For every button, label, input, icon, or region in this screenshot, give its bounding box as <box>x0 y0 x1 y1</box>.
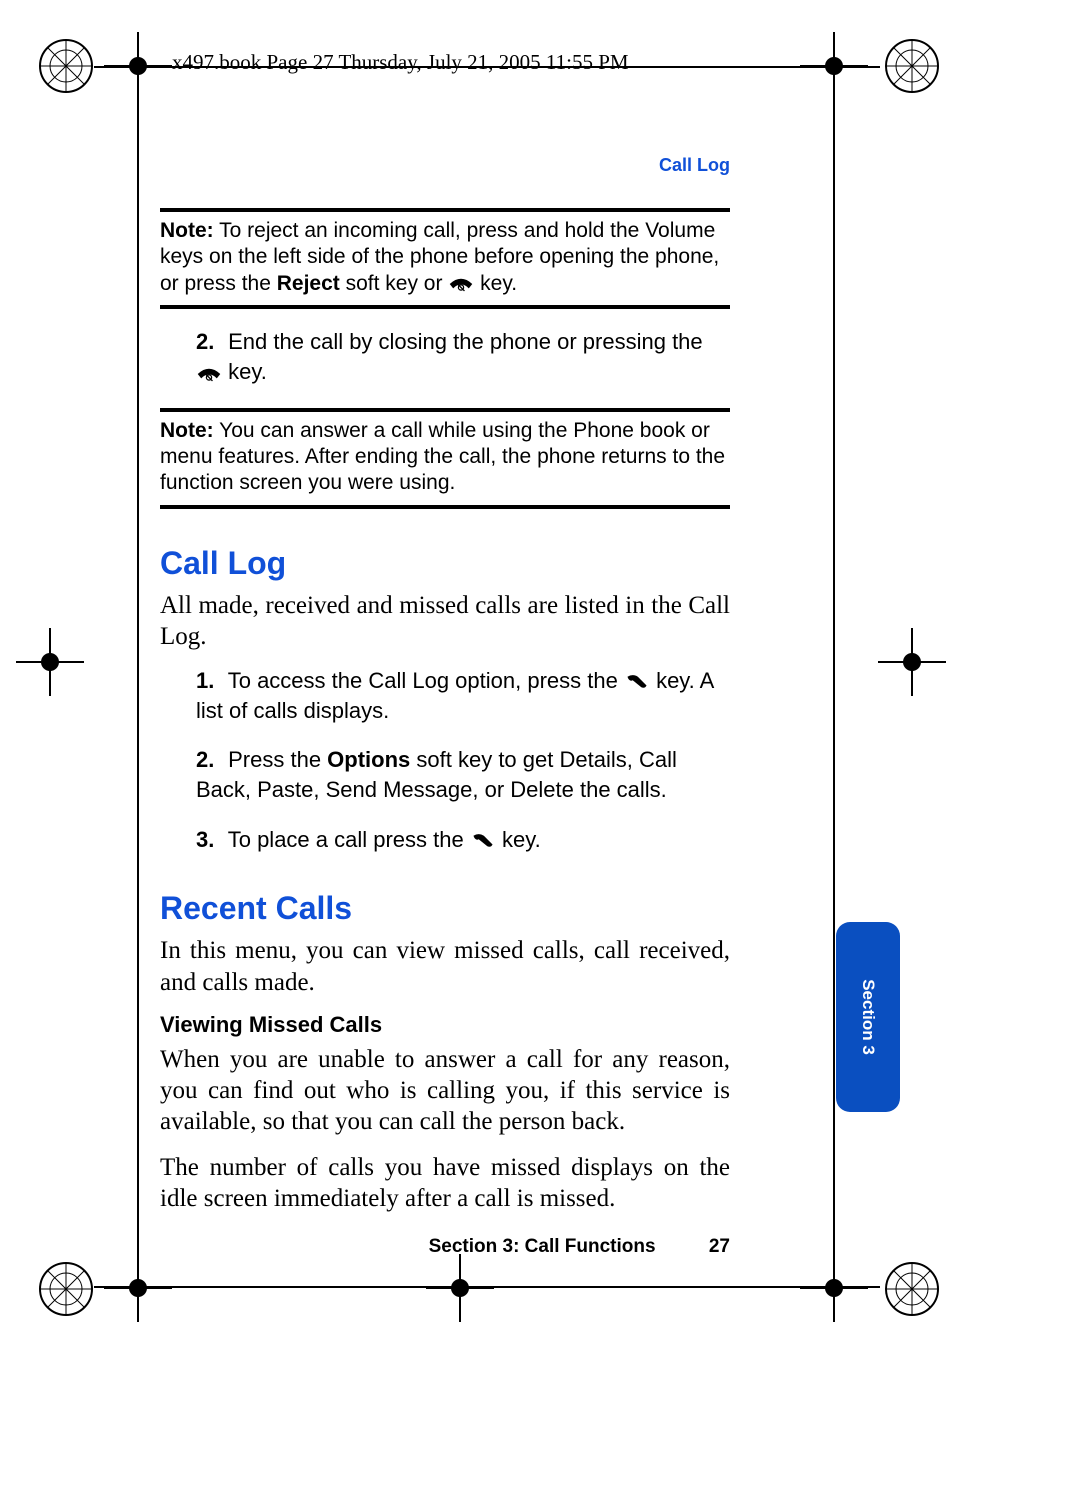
step-text: key. <box>496 827 541 852</box>
step-text: End the call by closing the phone or pre… <box>228 329 703 354</box>
note-text: You can answer a call while using the Ph… <box>160 419 725 495</box>
note-answer-during-menu: Note: You can answer a call while using … <box>160 408 730 509</box>
step-place-call: 3. To place a call press the key. <box>196 825 716 855</box>
step-bold: Options <box>327 747 410 772</box>
step-text: Press the <box>228 747 327 772</box>
step-options-softkey: 2. Press the Options soft key to get Det… <box>196 745 716 804</box>
crop-header-text: x497.book Page 27 Thursday, July 21, 200… <box>172 50 920 75</box>
note-label: Note: <box>160 219 214 242</box>
footer-section: Section 3: Call Functions <box>429 1236 656 1257</box>
step-text: To access the Call Log option, press the <box>228 668 624 693</box>
crop-line <box>137 40 139 1316</box>
heading-recent-calls: Recent Calls <box>160 890 920 927</box>
step-number: 2. <box>196 745 222 775</box>
subheading-viewing-missed: Viewing Missed Calls <box>160 1012 920 1038</box>
send-key-icon <box>470 827 496 852</box>
note-text: key. <box>474 272 517 295</box>
step-number: 1. <box>196 666 222 696</box>
crop-cross-icon <box>30 642 70 682</box>
note-label: Note: <box>160 419 214 442</box>
end-key-icon <box>196 358 222 388</box>
crop-cross-icon <box>440 1268 480 1308</box>
registration-mark-icon <box>884 1261 940 1317</box>
recent-intro: In this menu, you can view missed calls,… <box>160 935 730 998</box>
footer-page-number: 27 <box>709 1236 730 1257</box>
section-tab-label: Section 3 <box>858 979 878 1055</box>
recent-p2: The number of calls you have missed disp… <box>160 1152 730 1215</box>
note-text: soft key or <box>340 272 449 295</box>
page-footer: Section 3: Call Functions 27 <box>160 1236 730 1258</box>
note-reject-call: Note: To reject an incoming call, press … <box>160 208 730 309</box>
step-access-call-log: 1. To access the Call Log option, press … <box>196 666 716 725</box>
end-key-icon <box>448 271 474 297</box>
registration-mark-icon <box>38 1261 94 1317</box>
step-number: 2. <box>196 327 222 357</box>
heading-call-log: Call Log <box>160 545 920 582</box>
recent-p1: When you are unable to answer a call for… <box>160 1044 730 1138</box>
registration-mark-icon <box>38 38 94 94</box>
note-bold: Reject <box>277 272 340 295</box>
send-key-icon <box>624 668 650 693</box>
running-head: Call Log <box>160 155 730 176</box>
step-text: To place a call press the <box>228 827 470 852</box>
step-end-call: 2. End the call by closing the phone or … <box>196 327 716 388</box>
step-text: key. <box>222 359 267 384</box>
step-number: 3. <box>196 825 222 855</box>
section-tab: Section 3 <box>836 922 900 1112</box>
crop-line <box>94 1286 880 1288</box>
call-log-intro: All made, received and missed calls are … <box>160 590 730 653</box>
